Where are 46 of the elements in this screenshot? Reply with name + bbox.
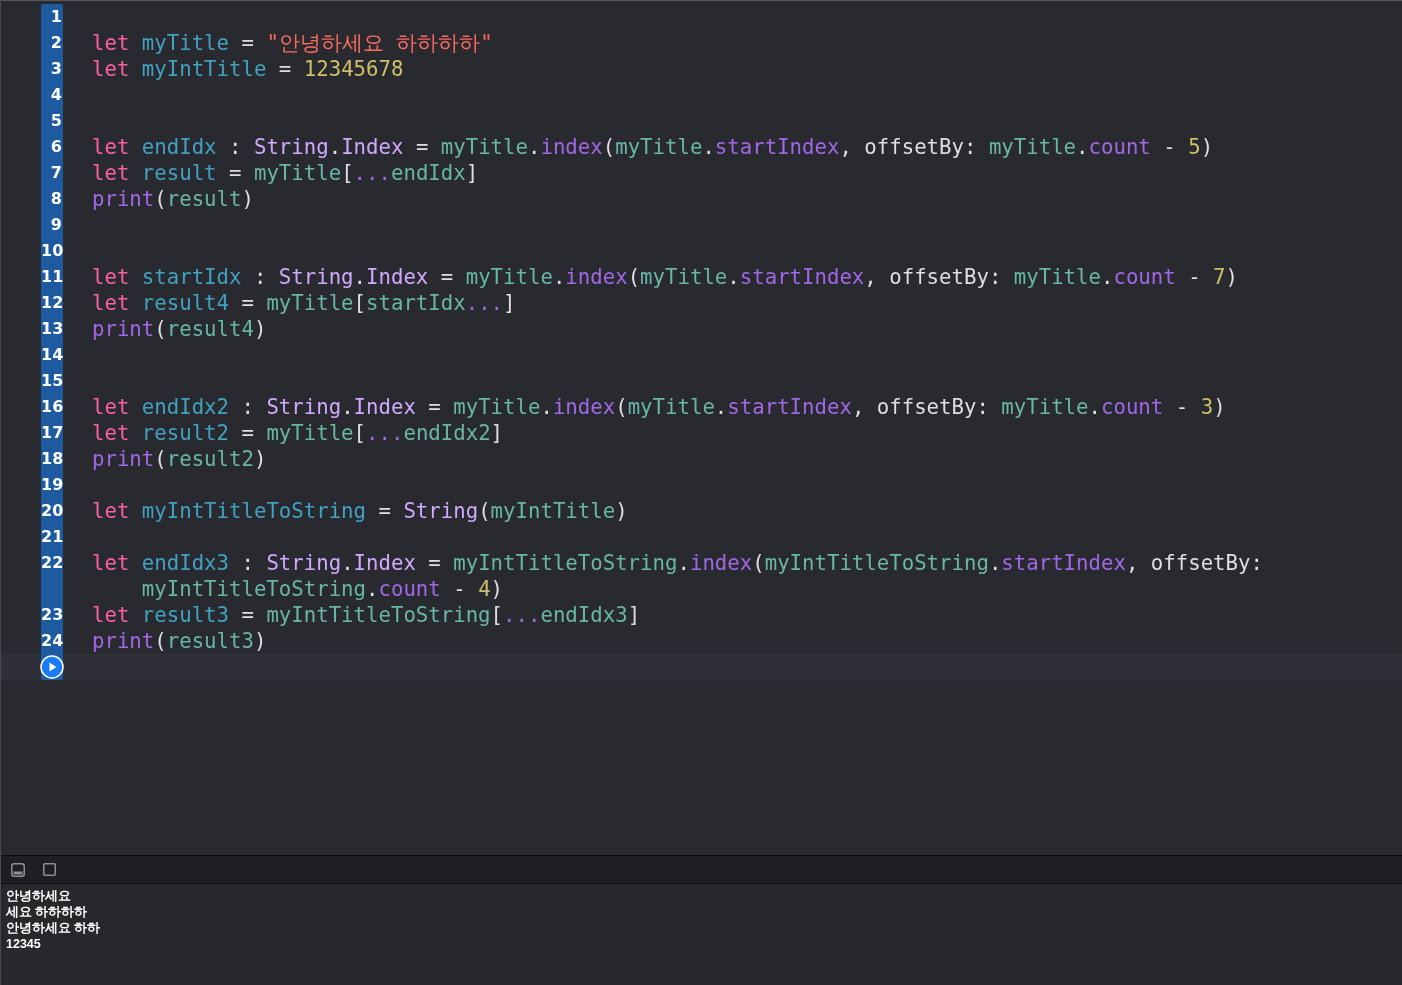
square-icon[interactable] — [43, 863, 56, 876]
line-number: 12 — [41, 290, 63, 316]
console-output-line: 12345 — [6, 936, 42, 952]
code-line: let myTitle = "안녕하세요 하하하하" — [92, 30, 494, 56]
code-line: print(result3) — [92, 628, 268, 654]
line-number: 6 — [41, 134, 63, 160]
console-output-line: 안녕하세요 하하 — [6, 920, 102, 936]
line-number: 2 — [41, 30, 63, 56]
code-line: let result4 = myTitle[startIdx...] — [92, 290, 517, 316]
line-number: 3 — [41, 56, 63, 82]
code-line: let endIdx2 : String.Index = myTitle.index(myTitle.startIndex, offsetBy: myTitle.count - 3) — [92, 394, 1227, 420]
line-number: 13 — [41, 316, 63, 342]
line-number: 18 — [41, 446, 63, 472]
code-line: let endIdx : String.Index = myTitle.index(myTitle.startIndex, offsetBy: myTitle.count - 5) — [92, 134, 1215, 160]
console-output-line: 세요 하하하하 — [6, 904, 89, 920]
line-number: 11 — [41, 264, 63, 290]
code-line: print(result) — [92, 186, 255, 212]
line-number: 24 — [41, 628, 63, 654]
code-line: print(result2) — [92, 446, 268, 472]
line-number: 9 — [41, 212, 63, 238]
code-line: let myIntTitle = 12345678 — [92, 56, 405, 82]
code-line: print(result4) — [92, 316, 268, 342]
line-number: 7 — [41, 160, 63, 186]
line-number: 10 — [41, 238, 63, 264]
code-line: let startIdx : String.Index = myTitle.index(myTitle.startIndex, offsetBy: myTitle.count - 7) — [92, 264, 1240, 290]
line-number: 21 — [41, 524, 63, 550]
run-button[interactable] — [40, 655, 64, 679]
line-number: 8 — [41, 186, 63, 212]
line-number: 14 — [41, 342, 63, 368]
code-line: let result = myTitle[...endIdx] — [92, 160, 480, 186]
console-output-line: 안녕하세요 — [6, 888, 72, 904]
line-number: 16 — [41, 394, 63, 420]
line-number: 20 — [41, 498, 63, 524]
line-number: 5 — [41, 108, 63, 134]
hide-panel-icon[interactable] — [11, 862, 25, 877]
line-number: 19 — [41, 472, 63, 498]
code-line: let result2 = myTitle[...endIdx2] — [92, 420, 505, 446]
line-number: 22 — [41, 550, 63, 602]
code-line: let result3 = myIntTitleToString[...endIdx3] — [92, 602, 642, 628]
line-number: 4 — [41, 82, 63, 108]
line-number: 23 — [41, 602, 63, 628]
line-number: 17 — [41, 420, 63, 446]
line-number: 15 — [41, 368, 63, 394]
code-line: let myIntTitleToString = String(myIntTitle) — [92, 498, 629, 524]
code-line: let endIdx3 : String.Index = myIntTitleToString.index(myIntTitleToString.startIndex, offsetBy: myIntTitleToString.count - 4) — [92, 550, 1264, 602]
line-number: 1 — [41, 4, 63, 30]
